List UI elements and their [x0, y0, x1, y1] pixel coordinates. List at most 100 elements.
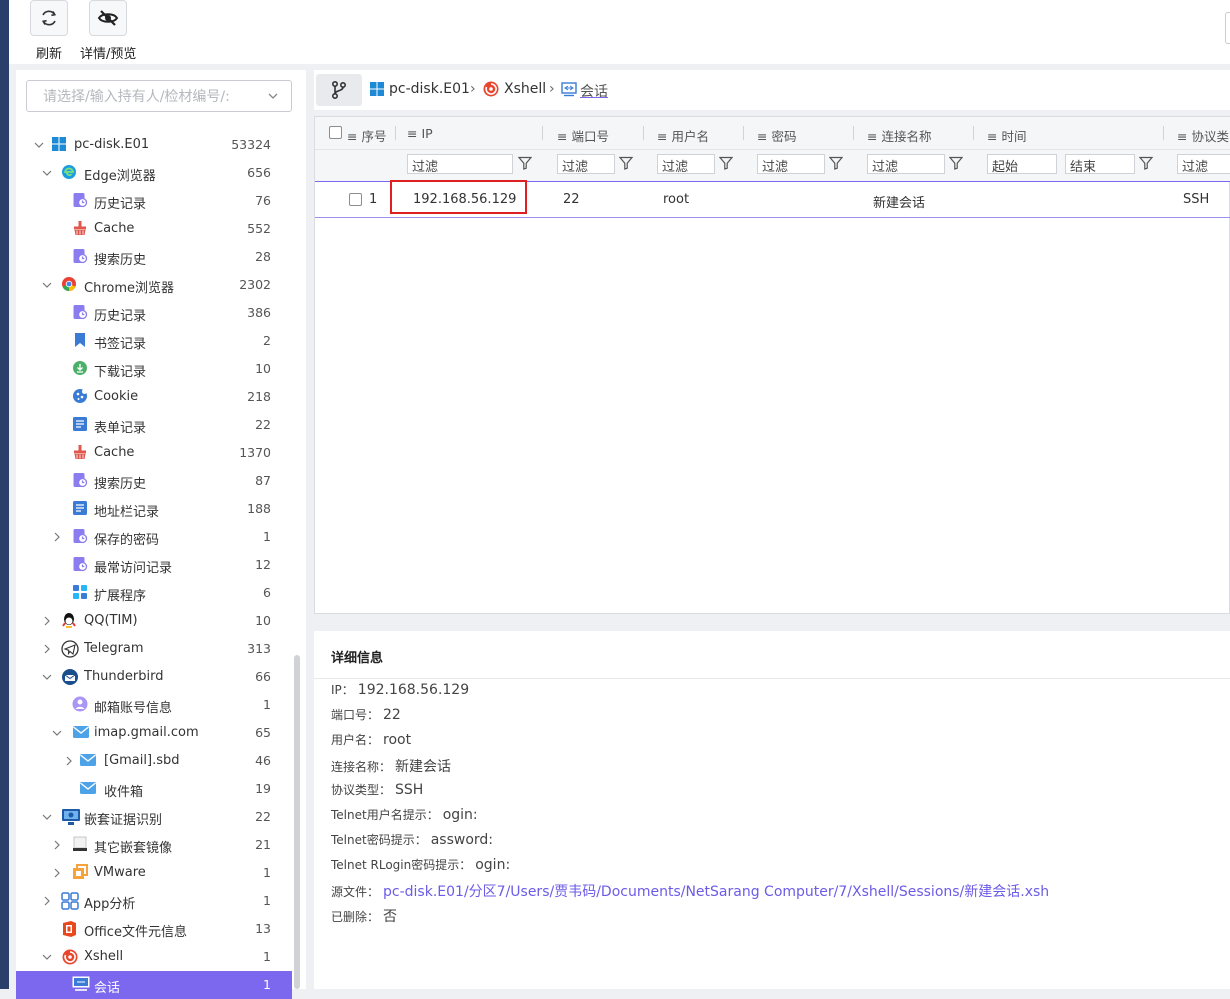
detail-field-key: 源文件：	[331, 885, 380, 899]
filter-protocol-input[interactable]: 过滤	[1177, 154, 1230, 175]
tree-item-label: 历史记录	[94, 197, 147, 212]
column-header-ip[interactable]: ≡ IP	[407, 126, 433, 141]
tree-item-label: App分析	[84, 897, 136, 912]
breadcrumb-current[interactable]: 会话	[580, 81, 608, 101]
tree-item[interactable]: 保存的密码 1	[16, 523, 292, 551]
filter-icon[interactable]	[618, 156, 634, 172]
chevron-down-icon[interactable]	[41, 671, 53, 683]
column-header-index[interactable]: ≡ 序号	[347, 126, 386, 145]
cookie-icon	[72, 388, 90, 406]
tree-item[interactable]: 邮箱账号信息 1	[16, 691, 292, 719]
tree-item-count: 6	[263, 585, 271, 600]
table-header: ≡ 序号 ≡ IP ≡ 端口号 ≡ 用户名 ≡ 密码 ≡ 连接名称 ≡ 时间 ≡…	[315, 117, 1230, 150]
evidence-selector[interactable]	[26, 80, 292, 112]
tree-item[interactable]: Xshell 1	[16, 943, 292, 971]
filter-time-end-input[interactable]: 结束	[1065, 154, 1135, 175]
tree-item[interactable]: 收件箱 19	[16, 775, 292, 803]
tree-item-label: Xshell	[84, 949, 124, 964]
chevron-down-icon[interactable]	[41, 811, 53, 823]
filter-icon[interactable]	[1138, 156, 1154, 172]
qq-icon	[61, 612, 79, 630]
tree-item[interactable]: Cookie 218	[16, 383, 292, 411]
tree-item[interactable]: [Gmail].sbd 46	[16, 747, 292, 775]
filter-port-input[interactable]: 过滤	[557, 154, 615, 175]
search-history-icon	[72, 248, 90, 266]
tree-item-count: 386	[247, 305, 271, 320]
tree-item[interactable]: 历史记录 76	[16, 187, 292, 215]
column-header-time[interactable]: ≡ 时间	[987, 126, 1026, 145]
column-header-protocol[interactable]: ≡ 协议类	[1177, 126, 1229, 145]
tree-item[interactable]: VMware 1	[16, 859, 292, 887]
filter-time-start-input[interactable]: 起始	[987, 154, 1057, 175]
chevron-down-icon[interactable]	[41, 279, 53, 291]
detail-preview-button[interactable]: 详情/预览	[80, 0, 136, 62]
breadcrumb-app[interactable]: Xshell	[504, 81, 546, 97]
column-header-port[interactable]: ≡ 端口号	[557, 126, 609, 145]
column-header-username[interactable]: ≡ 用户名	[657, 126, 709, 145]
chevron-right-icon[interactable]	[41, 615, 53, 627]
filter-icon[interactable]	[517, 156, 533, 172]
tree-item[interactable]: 嵌套证据识别 22	[16, 803, 292, 831]
column-divider	[973, 126, 974, 140]
branch-button[interactable]	[316, 74, 362, 106]
column-divider	[542, 126, 543, 140]
tree-item[interactable]: 最常访问记录 12	[16, 551, 292, 579]
sidebar-scrollbar[interactable]	[294, 655, 300, 989]
filter-ip-input[interactable]: 过滤	[407, 154, 513, 175]
tree-item[interactable]: App分析 1	[16, 887, 292, 915]
tree-item-count: 1	[263, 977, 271, 992]
tree-item[interactable]: Edge浏览器 656	[16, 159, 292, 187]
chevron-right-icon[interactable]	[51, 867, 63, 879]
column-header-password[interactable]: ≡ 密码	[757, 126, 796, 145]
tree-item[interactable]: 搜索历史 28	[16, 243, 292, 271]
tree-item[interactable]: 地址栏记录 188	[16, 495, 292, 523]
column-header-connection-name[interactable]: ≡ 连接名称	[867, 126, 931, 145]
refresh-button[interactable]: 刷新	[30, 0, 68, 62]
chevron-down-icon[interactable]	[41, 951, 53, 963]
eye-off-icon	[89, 0, 128, 36]
chevron-right-icon[interactable]	[63, 755, 75, 767]
tree-item[interactable]: 表单记录 22	[16, 411, 292, 439]
tree-item[interactable]: 书签记录 2	[16, 327, 292, 355]
tree-item[interactable]: pc-disk.E01 53324	[16, 131, 292, 159]
filter-connection-name-input[interactable]: 过滤	[867, 154, 945, 175]
tree-item[interactable]: imap.gmail.com 65	[16, 719, 292, 747]
filter-username-input[interactable]: 过滤	[657, 154, 715, 175]
filter-password-input[interactable]: 过滤	[757, 154, 825, 175]
tree-item[interactable]: Thunderbird 66	[16, 663, 292, 691]
tree-item[interactable]: 会话 1	[16, 971, 292, 999]
filter-icon[interactable]	[948, 156, 964, 172]
chevron-down-icon[interactable]	[51, 727, 63, 739]
chevron-right-icon[interactable]	[51, 839, 63, 851]
tree-item[interactable]: Cache 552	[16, 215, 292, 243]
filter-icon[interactable]	[828, 156, 844, 172]
evidence-search-input[interactable]	[41, 82, 275, 112]
tree-item[interactable]: 扩展程序 6	[16, 579, 292, 607]
disk-icon	[72, 836, 90, 854]
cell-connection-name: 新建会话	[873, 196, 926, 211]
chevron-right-icon[interactable]	[41, 643, 53, 655]
select-all-checkbox[interactable]	[329, 126, 342, 139]
tree-item[interactable]: Office文件元信息 13	[16, 915, 292, 943]
breadcrumb-disk[interactable]: pc-disk.E01	[389, 81, 470, 97]
row-checkbox[interactable]	[349, 193, 362, 206]
tree-item[interactable]: QQ(TIM) 10	[16, 607, 292, 635]
filter-icon[interactable]	[718, 156, 734, 172]
cell-port: 22	[563, 192, 580, 207]
chevron-down-icon[interactable]	[33, 139, 45, 151]
detail-field-value: ogin:	[475, 857, 511, 873]
tree-item[interactable]: 历史记录 386	[16, 299, 292, 327]
chevron-down-icon[interactable]	[41, 167, 53, 179]
tree-item[interactable]: Chrome浏览器 2302	[16, 271, 292, 299]
filter-row: 过滤 过滤 过滤 过滤 过滤 起始 结束 过滤	[315, 150, 1230, 182]
refresh-label: 刷新	[35, 47, 62, 62]
tree-item[interactable]: 其它嵌套镜像 21	[16, 831, 292, 859]
chevron-right-icon[interactable]	[51, 531, 63, 543]
chevron-down-icon[interactable]	[267, 90, 279, 106]
tree-item[interactable]: Cache 1370	[16, 439, 292, 467]
source-file-link[interactable]: pc-disk.E01/分区7/Users/贾韦码/Documents/NetS…	[383, 884, 1049, 900]
tree-item[interactable]: Telegram 313	[16, 635, 292, 663]
tree-item[interactable]: 搜索历史 87	[16, 467, 292, 495]
tree-item[interactable]: 下载记录 10	[16, 355, 292, 383]
chevron-right-icon[interactable]	[41, 895, 53, 907]
